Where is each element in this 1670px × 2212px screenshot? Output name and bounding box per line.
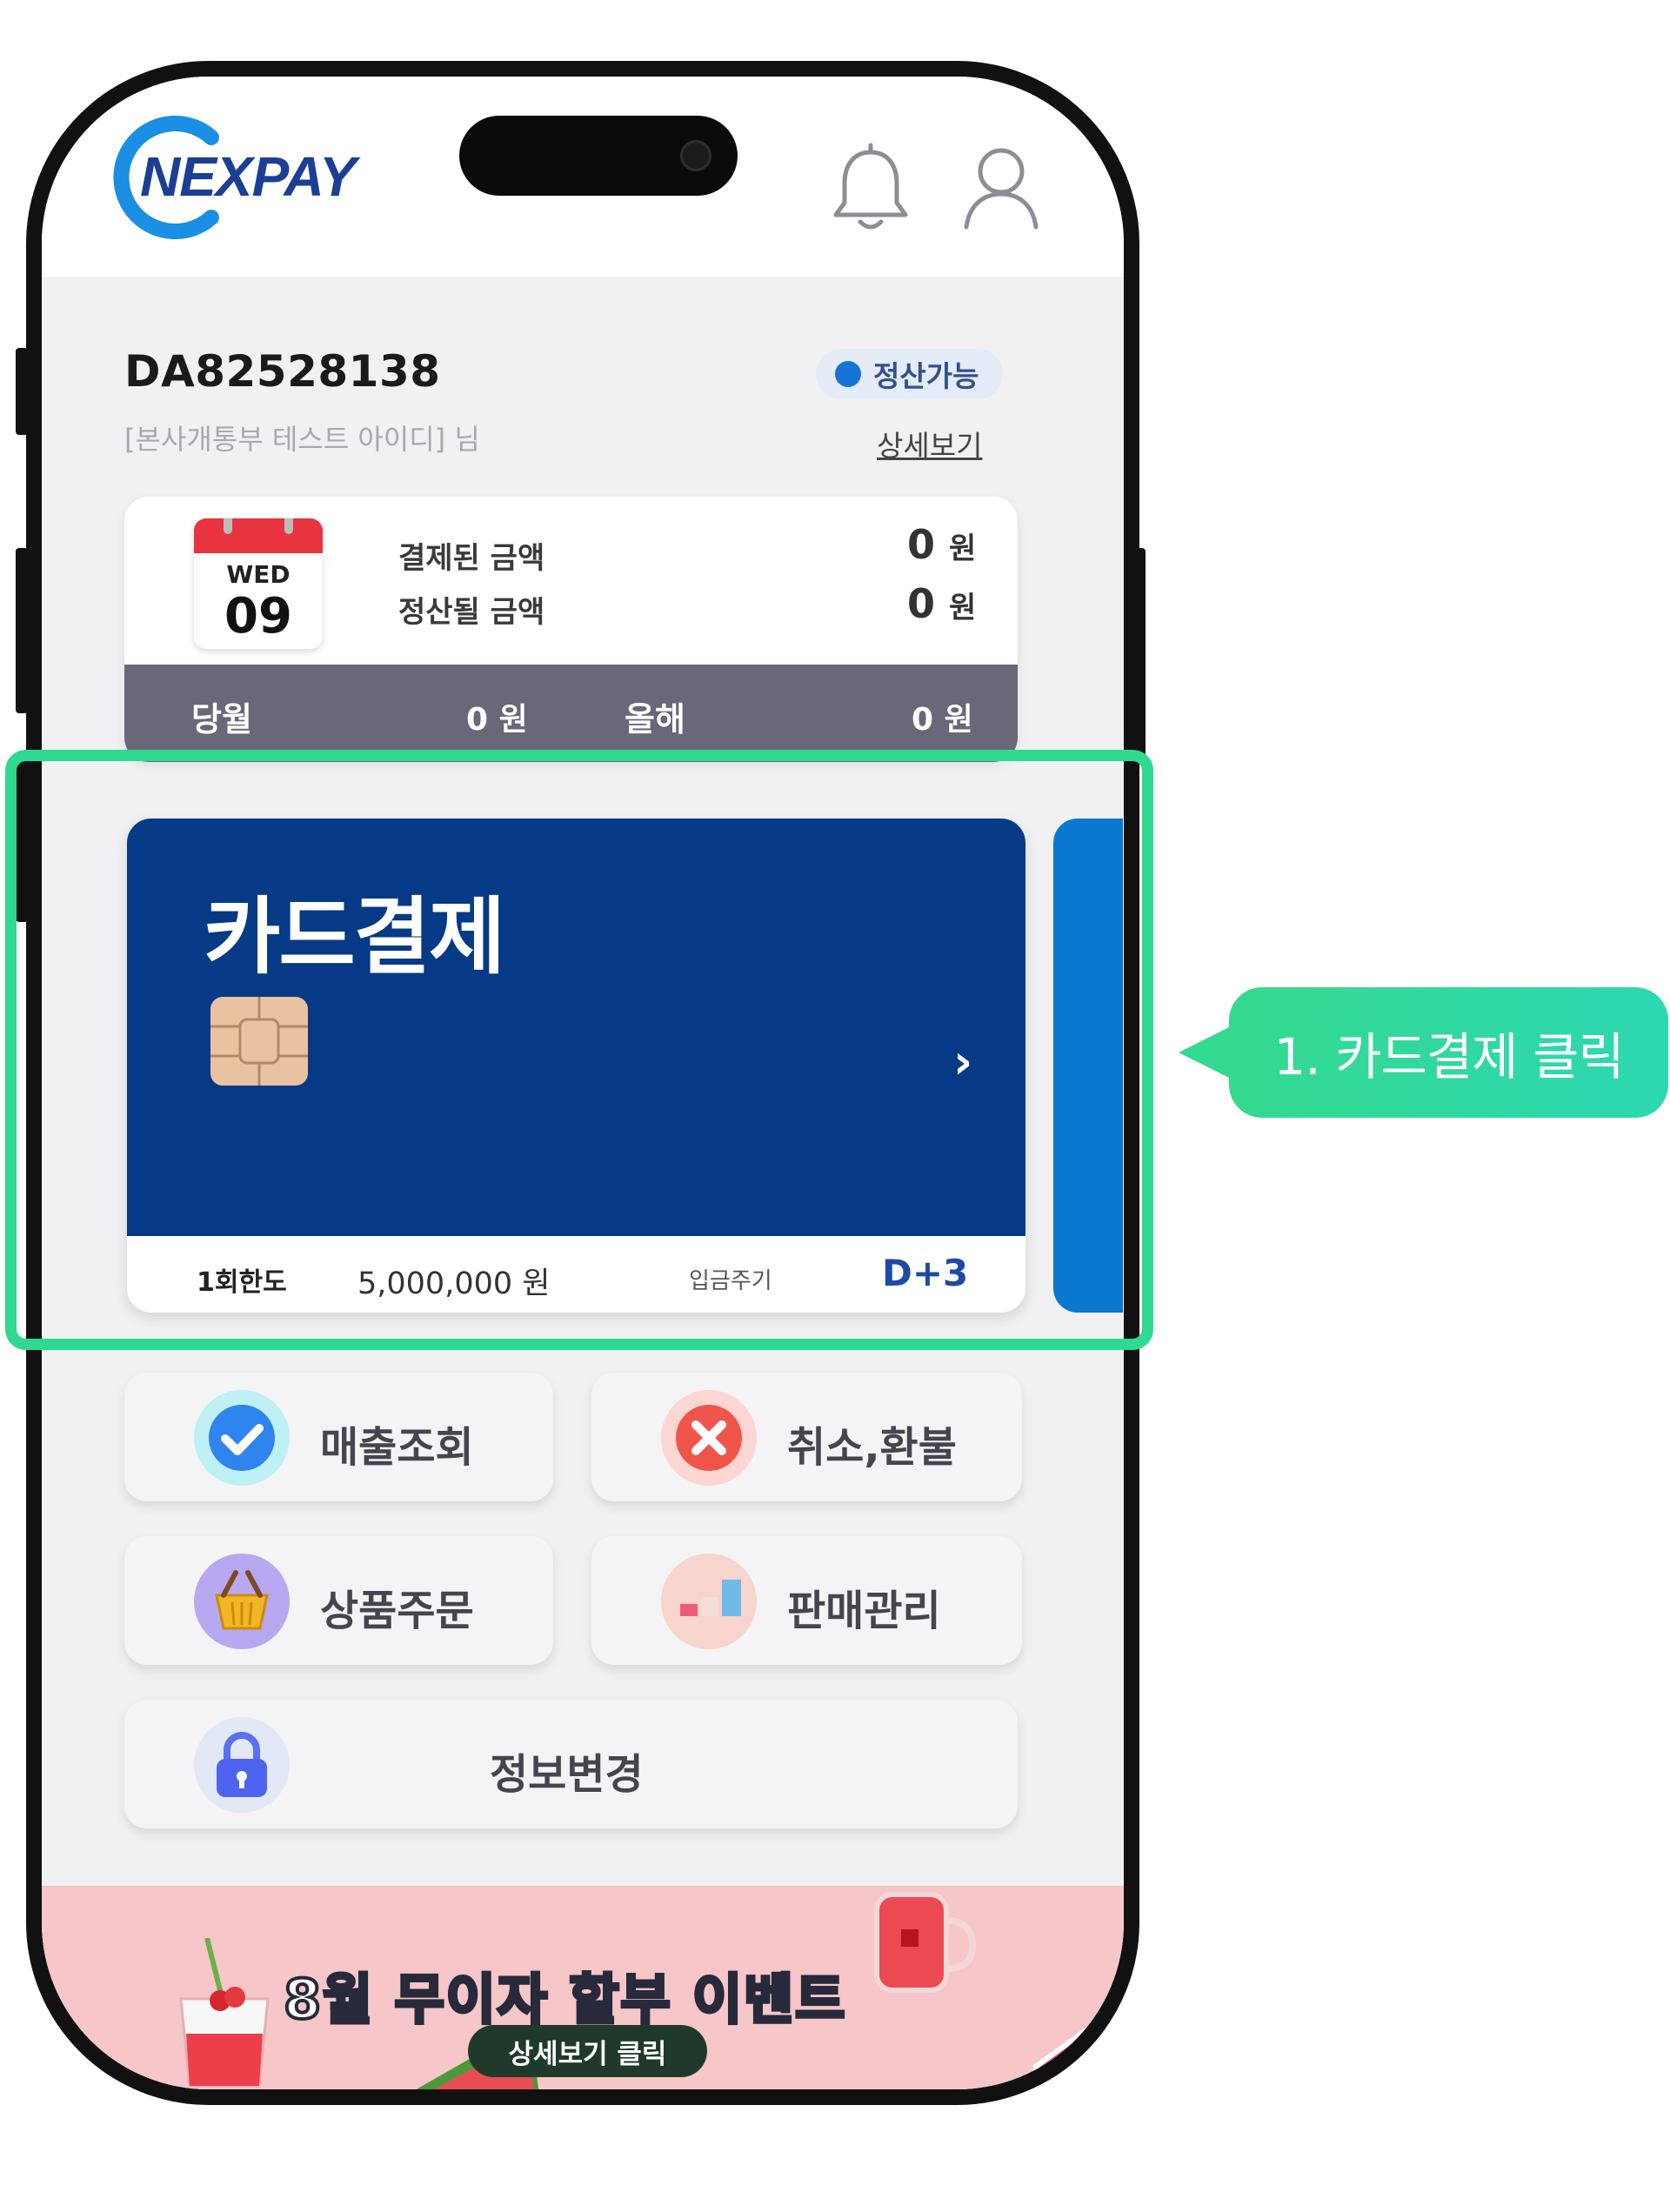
summary-card: WED 09 결제된 금액 정산될 금액 0 원 0 원 당월 0 원 올해 0… bbox=[124, 497, 1018, 762]
settle-amount-unit: 원 bbox=[949, 591, 977, 625]
calendar-day: 09 bbox=[224, 588, 292, 645]
calendar-band bbox=[194, 518, 323, 553]
profile-button[interactable] bbox=[959, 142, 1043, 237]
summary-totals-bar: 당월 0 원 올해 0 원 bbox=[124, 665, 1018, 762]
calendar-icon: WED 09 bbox=[194, 518, 323, 649]
sales-management-button[interactable]: 판매관리 bbox=[591, 1536, 1022, 1665]
year-label: 올해 bbox=[625, 700, 685, 738]
bell-icon bbox=[833, 143, 908, 230]
close-icon bbox=[661, 1390, 757, 1486]
sales-management-label: 판매관리 bbox=[787, 1587, 941, 1635]
paid-amount-unit: 원 bbox=[949, 531, 977, 566]
logo-text: NEXPAY bbox=[140, 145, 357, 208]
banner-detail-button[interactable]: 상세보기 클릭 bbox=[468, 2025, 707, 2077]
banner-title: 8월 무이자 할부 이벤트 bbox=[282, 1966, 847, 2033]
drink-icon bbox=[179, 1938, 270, 2088]
cancel-refund-label: 취소,환불 bbox=[787, 1423, 957, 1472]
step-callout: 1. 카드결제 클릭 bbox=[1229, 987, 1668, 1118]
status-badge: 정산가능 bbox=[816, 349, 1004, 399]
step-callout-text: 1. 카드결제 클릭 bbox=[1273, 1027, 1624, 1086]
cancel-refund-button[interactable]: 취소,환불 bbox=[591, 1373, 1022, 1501]
sales-inquiry-label: 매출조회 bbox=[320, 1423, 474, 1472]
settle-amount-number: 0 bbox=[907, 580, 936, 627]
settle-amount-value: 0 원 bbox=[907, 580, 976, 627]
sales-inquiry-button[interactable]: 매출조회 bbox=[124, 1373, 553, 1501]
detail-link[interactable]: 상세보기 bbox=[877, 423, 982, 464]
check-icon bbox=[194, 1390, 290, 1486]
product-order-button[interactable]: 상품주문 bbox=[124, 1536, 553, 1665]
basket-icon bbox=[194, 1554, 290, 1649]
month-label: 당월 bbox=[191, 700, 252, 738]
paid-amount-label: 결제된 금액 bbox=[398, 541, 545, 576]
juice-jar-icon bbox=[874, 1892, 977, 1993]
paid-amount-value: 0 원 bbox=[907, 521, 976, 568]
status-dot-icon bbox=[835, 361, 861, 387]
info-change-label: 정보변경 bbox=[490, 1750, 644, 1799]
settle-amount-label: 정산될 금액 bbox=[398, 595, 545, 630]
user-icon bbox=[964, 148, 1039, 230]
melon-slice-icon bbox=[1033, 1999, 1124, 2089]
dynamic-island bbox=[459, 116, 738, 196]
callout-pointer bbox=[1179, 1026, 1231, 1079]
month-value: 0 원 bbox=[466, 702, 528, 738]
account-id: DA82528138 bbox=[124, 346, 441, 397]
sales-chart-icon bbox=[661, 1554, 757, 1649]
nexpay-logo[interactable]: NEXPAY bbox=[98, 111, 394, 242]
product-order-label: 상품주문 bbox=[320, 1587, 474, 1635]
banner-detail-label: 상세보기 클릭 bbox=[508, 2038, 667, 2070]
account-subtitle: [본사개통부 테스트 아이디] 님 bbox=[124, 423, 480, 456]
calendar-weekday: WED bbox=[226, 560, 291, 589]
camera-icon bbox=[680, 140, 711, 171]
top-bar: NEXPAY bbox=[42, 77, 1124, 277]
info-change-button[interactable]: 정보변경 bbox=[124, 1700, 1018, 1828]
status-text: 정산가능 bbox=[873, 359, 979, 393]
card-payment-highlight bbox=[5, 750, 1153, 1350]
lock-icon bbox=[194, 1717, 290, 1813]
calendar-ring bbox=[224, 518, 232, 534]
paid-amount-number: 0 bbox=[907, 521, 936, 568]
event-banner[interactable]: 8월 무이자 할부 이벤트 상세보기 클릭 bbox=[42, 1886, 1124, 2089]
notification-button[interactable] bbox=[829, 142, 912, 237]
calendar-ring bbox=[284, 518, 293, 534]
year-value: 0 원 bbox=[912, 702, 973, 738]
